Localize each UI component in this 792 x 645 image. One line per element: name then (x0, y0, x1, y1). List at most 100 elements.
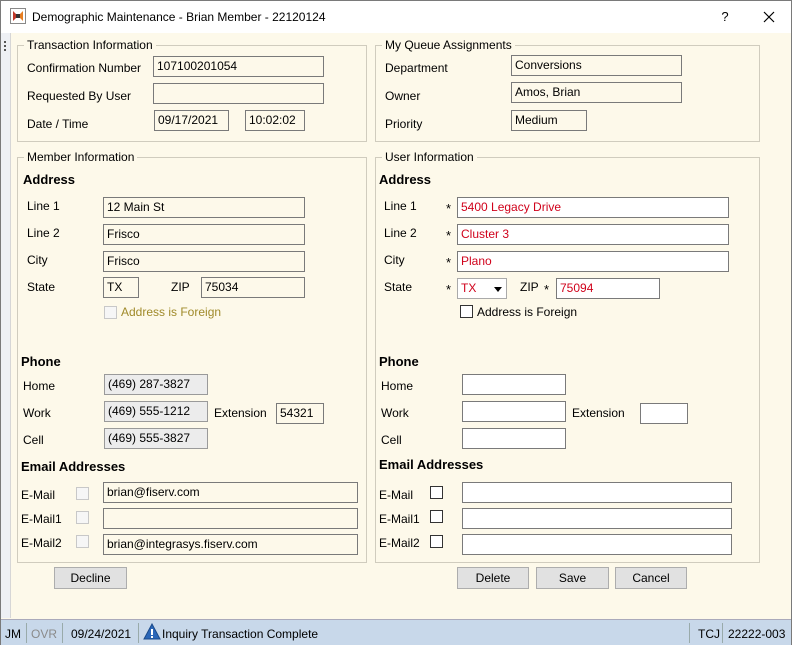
user-line2-label: Line 2 (384, 226, 417, 240)
status-number: 22222-003 (728, 627, 786, 641)
member-city-label: City (27, 253, 48, 267)
user-email-label: E-Mail (379, 488, 414, 502)
priority-label: Priority (385, 117, 423, 131)
member-email2-checkbox[interactable] (76, 535, 89, 548)
member-home-label: Home (23, 379, 56, 393)
member-line1-label: Line 1 (27, 199, 60, 213)
owner-label: Owner (385, 89, 421, 103)
required-marker: * (446, 228, 452, 243)
member-email2-field[interactable]: brian@integrasys.fiserv.com (103, 534, 358, 555)
user-email1-checkbox[interactable] (430, 510, 443, 523)
user-work-label: Work (381, 406, 409, 420)
user-home-label: Home (381, 379, 414, 393)
date-time-label: Date / Time (27, 117, 89, 131)
demographic-maintenance-window: Demographic Maintenance - Brian Member -… (0, 0, 792, 645)
department-field[interactable]: Conversions (511, 55, 682, 76)
time-field[interactable]: 10:02:02 (245, 110, 305, 131)
group-title: User Information (382, 150, 477, 164)
side-panel-toggle[interactable] (1, 33, 11, 618)
status-user: JM (5, 627, 21, 641)
owner-field[interactable]: Amos, Brian (511, 82, 682, 103)
member-foreign-label: Address is Foreign (121, 305, 222, 319)
user-extension-field[interactable] (640, 403, 688, 424)
user-email2-label: E-Mail2 (379, 536, 420, 550)
status-date: 09/24/2021 (71, 627, 132, 641)
help-button[interactable]: ? (713, 7, 737, 27)
user-foreign-label: Address is Foreign (477, 305, 578, 319)
date-field[interactable]: 09/17/2021 (154, 110, 229, 131)
decline-button[interactable]: Decline (54, 567, 127, 589)
user-email2-field[interactable] (462, 534, 732, 555)
user-email-checkbox[interactable] (430, 486, 443, 499)
close-icon (763, 11, 775, 23)
save-button[interactable]: Save (536, 567, 609, 589)
user-email1-field[interactable] (462, 508, 732, 529)
user-line1-field[interactable]: 5400 Legacy Drive (457, 197, 729, 218)
member-email-checkbox[interactable] (76, 487, 89, 500)
status-separator (138, 623, 139, 643)
user-foreign-checkbox[interactable] (460, 305, 473, 318)
required-marker: * (446, 282, 452, 297)
member-cell-field[interactable]: (469) 555-3827 (104, 428, 208, 449)
group-title: Member Information (24, 150, 138, 164)
user-email-heading: Email Addresses (379, 457, 484, 472)
requested-by-user-field[interactable] (153, 83, 324, 104)
member-email2-label: E-Mail2 (21, 536, 62, 550)
delete-button[interactable]: Delete (457, 567, 529, 589)
department-label: Department (385, 61, 448, 75)
member-email-label: E-Mail (21, 488, 56, 502)
required-marker: * (446, 201, 452, 216)
member-state-field[interactable]: TX (103, 277, 139, 298)
member-home-field[interactable]: (469) 287-3827 (104, 374, 208, 395)
status-separator (26, 623, 27, 643)
member-state-label: State (27, 280, 56, 294)
member-city-field[interactable]: Frisco (103, 251, 305, 272)
status-code: TCJ (698, 627, 720, 641)
member-phone-heading: Phone (21, 354, 61, 369)
user-line2-field[interactable]: Cluster 3 (457, 224, 729, 245)
member-zip-label: ZIP (171, 280, 190, 294)
member-line2-field[interactable]: Frisco (103, 224, 305, 245)
confirmation-number-field[interactable]: 107100201054 (153, 56, 324, 77)
user-cell-field[interactable] (462, 428, 566, 449)
required-marker: * (446, 255, 452, 270)
confirmation-number-label: Confirmation Number (27, 61, 142, 75)
member-extension-field[interactable]: 54321 (276, 403, 324, 424)
grip-icon (4, 41, 7, 55)
app-icon (10, 8, 26, 24)
chevron-down-icon (494, 287, 502, 292)
status-message: Inquiry Transaction Complete (162, 627, 319, 641)
member-work-field[interactable]: (469) 555-1212 (104, 401, 208, 422)
member-address-heading: Address (23, 172, 76, 187)
status-separator (689, 623, 690, 643)
member-line2-label: Line 2 (27, 226, 60, 240)
close-button[interactable] (756, 5, 782, 29)
member-zip-field[interactable]: 75034 (201, 277, 305, 298)
user-zip-field[interactable]: 75094 (556, 278, 660, 299)
user-cell-label: Cell (381, 433, 402, 447)
status-separator (62, 623, 63, 643)
user-address-heading: Address (379, 172, 432, 187)
status-bar: JM OVR 09/24/2021 Inquiry Transaction Co… (1, 619, 791, 645)
user-city-field[interactable]: Plano (457, 251, 729, 272)
member-email1-checkbox[interactable] (76, 511, 89, 524)
required-marker: * (544, 282, 550, 297)
member-line1-field[interactable]: 12 Main St (103, 197, 305, 218)
title-bar: Demographic Maintenance - Brian Member -… (1, 1, 791, 33)
user-zip-label: ZIP (520, 280, 539, 294)
user-work-field[interactable] (462, 401, 566, 422)
status-ovr: OVR (31, 627, 58, 641)
requested-by-user-label: Requested By User (27, 89, 132, 103)
user-state-dropdown[interactable]: TX (457, 278, 507, 299)
user-state-value: TX (461, 281, 477, 295)
priority-field[interactable]: Medium (511, 110, 587, 131)
user-state-label: State (384, 280, 413, 294)
member-foreign-checkbox[interactable] (104, 306, 117, 319)
member-email1-field[interactable] (103, 508, 358, 529)
window-title: Demographic Maintenance - Brian Member -… (32, 10, 326, 24)
cancel-button[interactable]: Cancel (615, 567, 687, 589)
user-home-field[interactable] (462, 374, 566, 395)
user-email2-checkbox[interactable] (430, 535, 443, 548)
member-email-field[interactable]: brian@fiserv.com (103, 482, 358, 503)
user-email-field[interactable] (462, 482, 732, 503)
